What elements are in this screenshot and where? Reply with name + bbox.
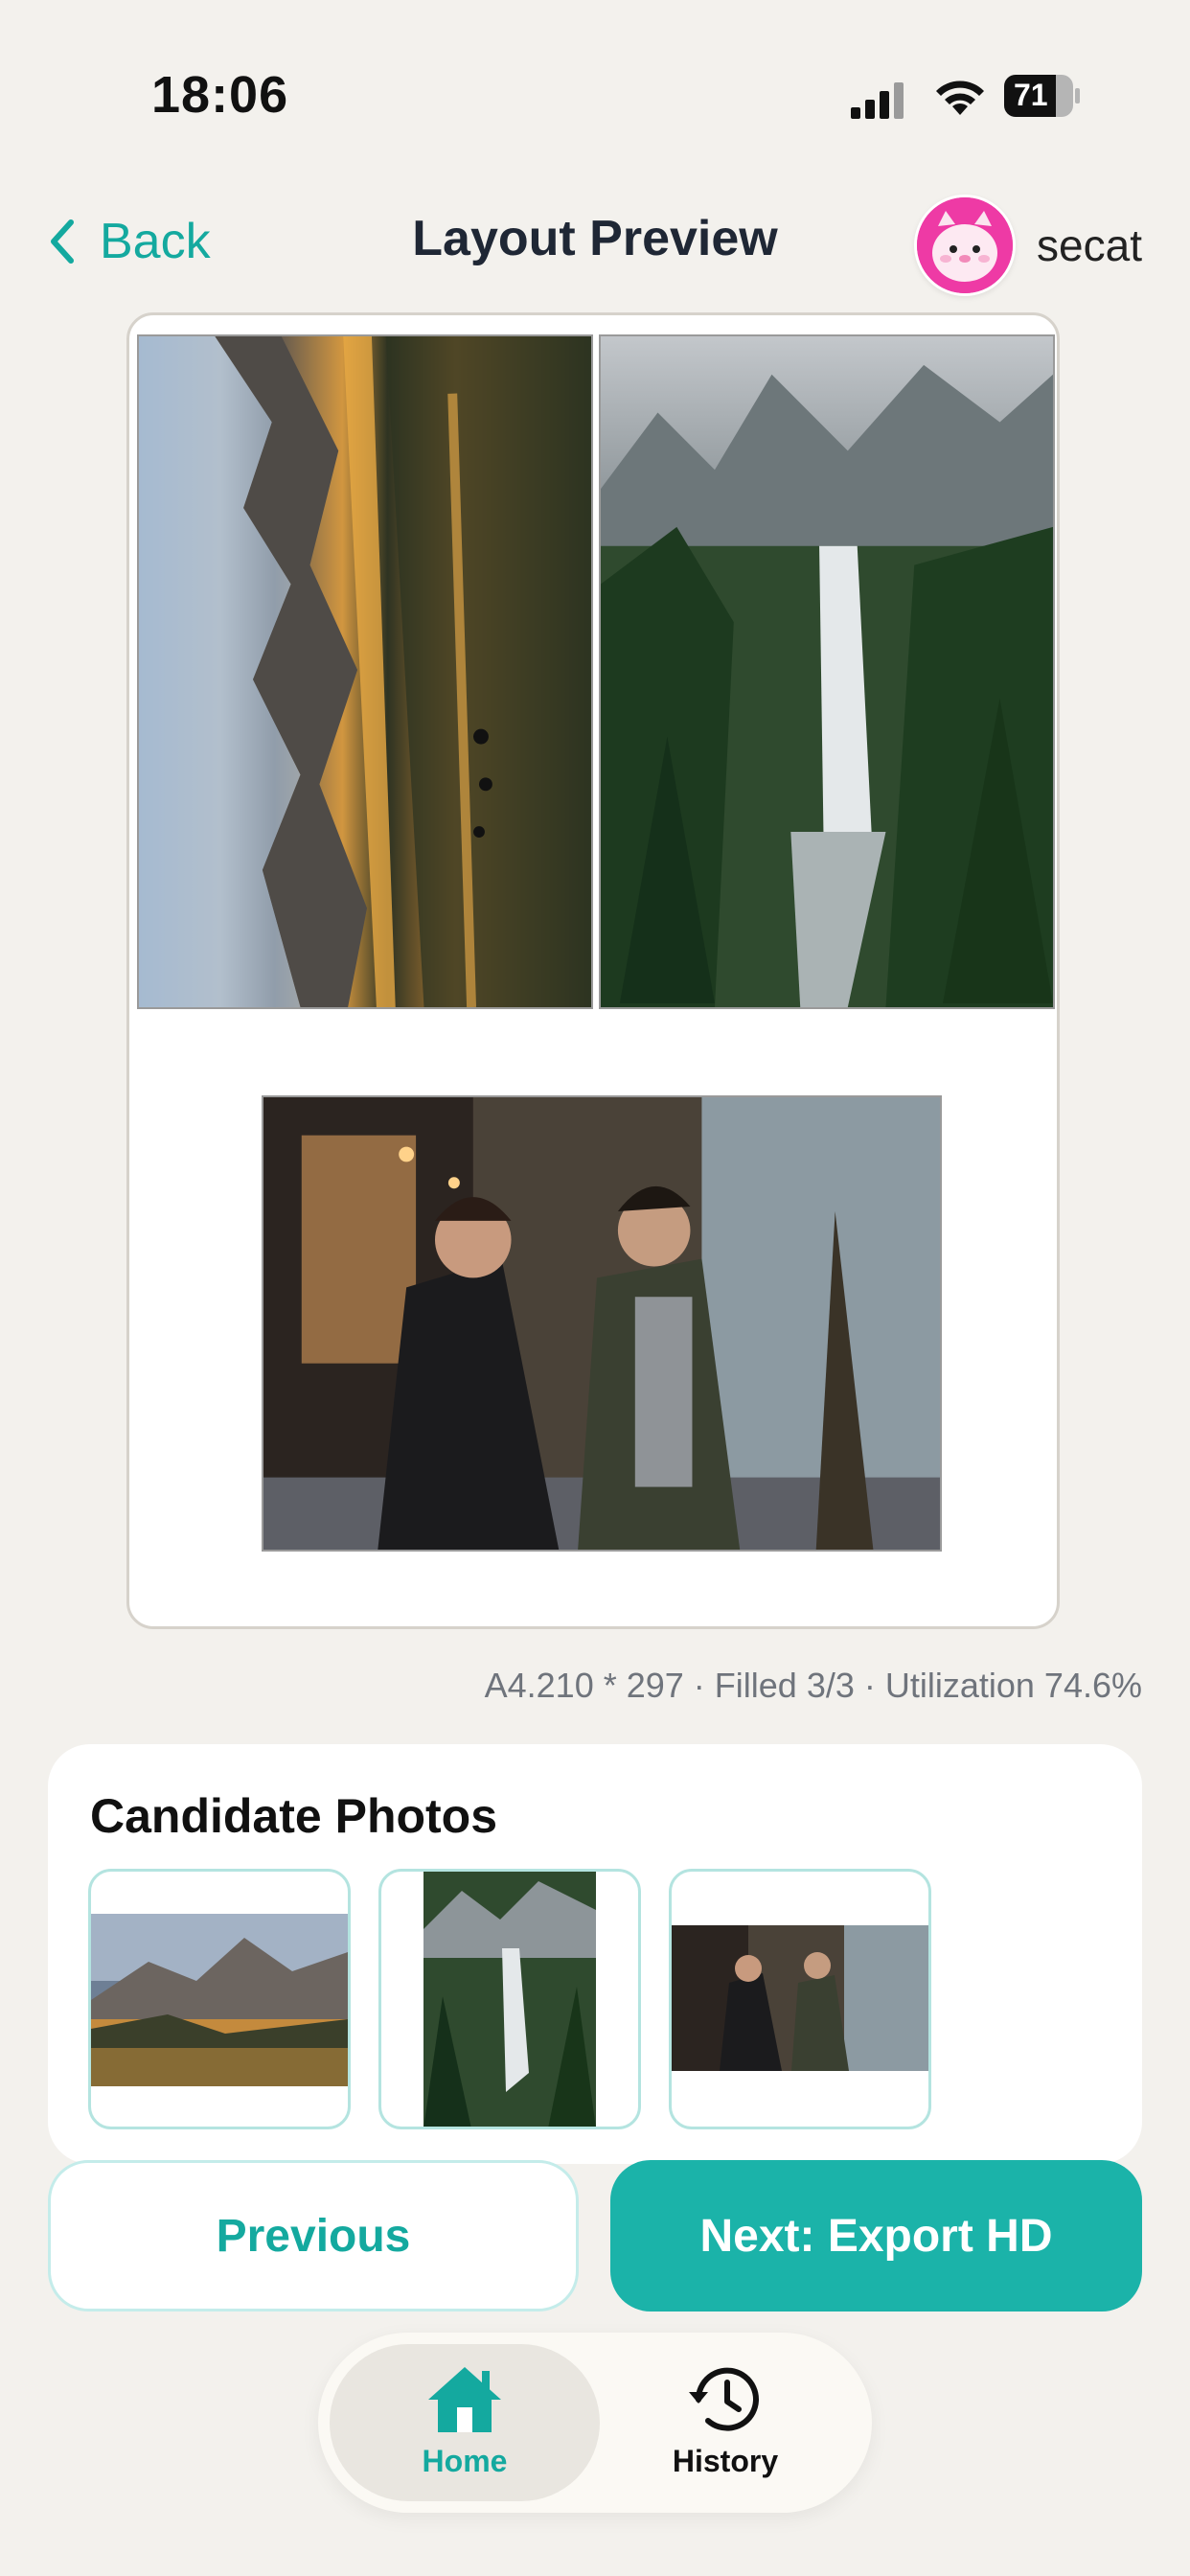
previous-button[interactable]: Previous	[48, 2160, 579, 2312]
status-icons: 71	[851, 69, 1081, 126]
battery-level: 71	[1014, 78, 1048, 112]
preview-photo-couple-street[interactable]	[262, 1095, 942, 1552]
status-bar: 18:06 71	[0, 0, 1190, 192]
next-export-button[interactable]: Next: Export HD	[610, 2160, 1142, 2312]
layout-preview-page	[126, 312, 1060, 1629]
header: Back Layout Preview secat	[0, 195, 1190, 296]
username: secat	[1037, 220, 1142, 270]
history-icon	[689, 2367, 759, 2431]
tab-history-label: History	[672, 2444, 779, 2478]
preview-photo-waterfall[interactable]	[599, 334, 1055, 1009]
user-profile[interactable]: secat	[914, 195, 1142, 296]
tab-history[interactable]: History	[590, 2344, 860, 2501]
preview-photo-mountain-lake[interactable]	[137, 334, 593, 1009]
candidate-thumb-couple-street[interactable]	[669, 1869, 931, 2129]
status-time: 18:06	[151, 66, 289, 124]
avatar[interactable]	[914, 195, 1017, 296]
signal-icon	[851, 82, 904, 119]
thumb-image	[423, 1872, 596, 2127]
candidate-thumb-mountain-lake[interactable]	[88, 1869, 351, 2129]
candidate-thumb-waterfall[interactable]	[378, 1869, 641, 2129]
home-icon	[428, 2367, 501, 2432]
thumb-image	[672, 1925, 928, 2071]
tab-home-label: Home	[422, 2444, 508, 2478]
wifi-icon	[936, 80, 984, 115]
tab-home[interactable]: Home	[330, 2344, 600, 2501]
thumb-image	[91, 1914, 348, 2086]
bottom-tab-bar: Home History	[318, 2333, 872, 2513]
candidate-photos-title: Candidate Photos	[90, 1789, 498, 1843]
layout-summary: A4.210 * 297 · Filled 3/3 · Utilization …	[484, 1666, 1142, 1705]
candidate-photos-card: Candidate Photos	[48, 1744, 1142, 2164]
battery-icon: 71	[1004, 75, 1081, 117]
